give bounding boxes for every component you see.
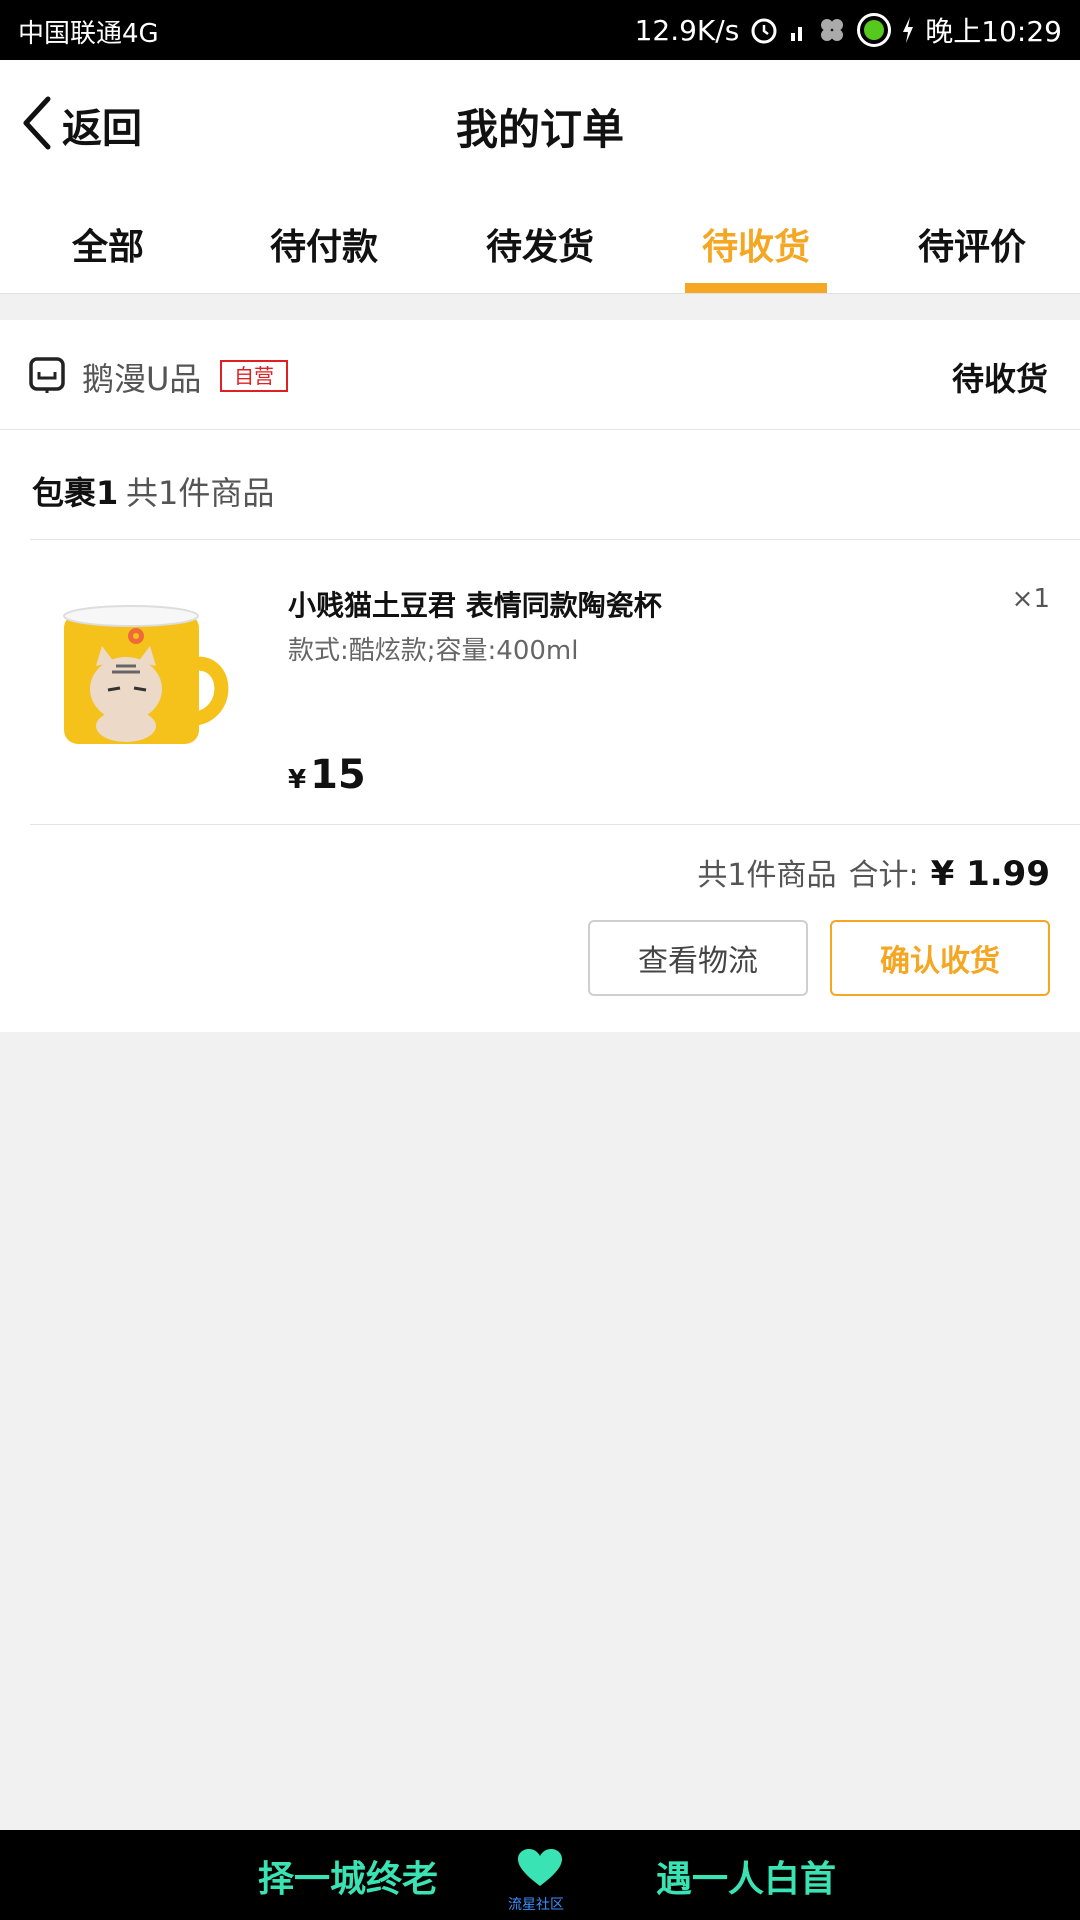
page-title: 我的订单 [455,105,624,154]
product-spec: 款式:酷炫款;容量:400ml [288,636,579,666]
banner-right-text: 遇一人白首 [656,1859,837,1900]
clover-icon [817,15,847,45]
carrier-label: 中国联通4G [18,19,159,49]
self-operated-badge: 自营 [220,360,288,392]
store-logo-icon [28,356,66,394]
confirm-receipt-button[interactable]: 确认收货 [830,920,1050,996]
order-status: 待收货 [951,360,1048,398]
clock: 晚上10:29 [925,15,1062,48]
order-tabs: 全部 待付款 待发货 待收货 待评价 [0,188,1080,294]
battery-icon [857,13,892,47]
tab-label: 待发货 [485,227,594,268]
summary-label: 合计: [848,858,919,893]
nav-bar: 返回 我的订单 [0,60,1080,188]
price-value: 15 [310,752,366,798]
tab-label: 待收货 [701,227,810,268]
order-card: 鹅漫U品 自营 待收货 包裹1 共1件商品 小贱猫土豆君 表情同款陶瓷杯 款式:… [0,320,1080,1032]
alarm-icon [749,15,779,45]
tab-0[interactable]: 全部 [0,188,216,293]
store-row[interactable]: 鹅漫U品 自营 待收货 [0,320,1080,430]
network-speed: 12.9K/s [634,13,740,47]
tab-1[interactable]: 待付款 [216,188,432,293]
tab-4[interactable]: 待评价 [864,188,1080,293]
tab-label: 待评价 [917,227,1026,268]
tab-label: 全部 [71,227,144,268]
signal-icon [789,17,807,43]
bottom-banner: 择一城终老 流星社区 遇一人白首 [0,1830,1080,1920]
tab-2[interactable]: 待发货 [432,188,648,293]
banner-left-text: 择一城终老 [258,1859,439,1900]
product-price: ¥15 [288,752,366,798]
package-count: 共1件商品 [126,474,275,512]
store-name: 鹅漫U品 [82,360,202,398]
currency-symbol: ¥ [288,765,307,795]
charging-icon [901,16,915,44]
status-bar: 中国联通4G 12.9K/s 晚上10:29 [0,0,1080,60]
status-right: 12.9K/s 晚上10:29 [635,12,1062,48]
summary-count: 共1件商品 [697,858,837,893]
order-summary: 共1件商品 合计: ¥ 1.99 [697,850,1050,894]
package-label: 包裹1 [32,474,119,512]
product-title: 小贱猫土豆君 表情同款陶瓷杯 [288,589,662,622]
product-quantity: ×1 [1011,584,1050,614]
package-row: 包裹1 共1件商品 [30,430,1080,540]
summary-total: ¥ 1.99 [930,854,1050,894]
tab-label: 待付款 [269,227,378,268]
heart-icon [516,1848,564,1888]
tab-active-indicator [685,283,827,293]
view-logistics-button[interactable]: 查看物流 [588,920,808,996]
order-item[interactable]: 小贱猫土豆君 表情同款陶瓷杯 款式:酷炫款;容量:400ml ×1 ¥15 [30,540,1080,825]
banner-caption: 流星社区 [508,1897,564,1913]
product-image [54,594,234,764]
tab-3[interactable]: 待收货 [648,188,864,293]
